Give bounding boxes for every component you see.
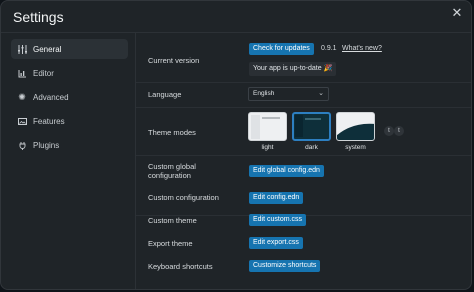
theme-label-system: system: [345, 144, 366, 151]
sidebar-item-label: Advanced: [33, 92, 69, 102]
close-icon[interactable]: ✕: [451, 6, 463, 19]
update-status: Your app is up-to-date 🎉: [249, 62, 337, 76]
language-select[interactable]: English ⌄: [248, 87, 329, 101]
theme-option-dark[interactable]: [292, 112, 331, 141]
edit-export-css-button[interactable]: Edit export.css: [249, 237, 303, 249]
edit-custom-css-button[interactable]: Edit custom.css: [249, 214, 307, 226]
sidebar-item-editor[interactable]: Editor: [11, 63, 128, 83]
theme-label-dark: dark: [305, 144, 318, 151]
settings-window: Settings ✕ General Editor ✺ Advanced Fea…: [0, 0, 472, 290]
theme-modes-label: Theme modes: [148, 128, 196, 137]
sidebar-item-label: Plugins: [33, 140, 60, 150]
current-version-label: Current version: [148, 56, 200, 65]
language-label: Language: [148, 90, 182, 99]
whats-new-link[interactable]: What's new?: [342, 45, 382, 52]
sun-icon: ✺: [18, 91, 26, 102]
sidebar-item-advanced[interactable]: ✺ Advanced: [11, 87, 128, 107]
language-selected: English: [253, 90, 275, 97]
sidebar-item-features[interactable]: Features: [11, 111, 128, 131]
custom-configuration-label: Custom configuration: [148, 193, 219, 202]
plug-icon: [17, 140, 27, 150]
bar-chart-icon: [17, 68, 27, 78]
settings-content: Current version Check for updates 0.9.1 …: [136, 33, 471, 289]
window-title: Settings: [13, 9, 64, 25]
edit-global-config-button[interactable]: Edit global config.edn: [249, 165, 324, 177]
theme-shortcut-key-2: t: [394, 126, 404, 136]
keyboard-shortcuts-label: Keyboard shortcuts: [148, 262, 213, 271]
chevron-down-icon: ⌄: [318, 90, 324, 97]
dark-preview-sidebar: [295, 115, 303, 137]
system-preview-split: [337, 123, 374, 140]
sidebar-item-label: Features: [33, 116, 65, 126]
row-language: Language English ⌄: [136, 82, 471, 108]
custom-global-config-label-line1: Custom global: [148, 162, 196, 171]
check-updates-button[interactable]: Check for updates: [249, 43, 314, 55]
edit-config-button[interactable]: Edit config.edn: [249, 192, 304, 204]
sidebar-item-plugins[interactable]: Plugins: [11, 135, 128, 155]
dark-preview-line: [305, 118, 321, 120]
customize-shortcuts-button[interactable]: Customize shortcuts: [249, 260, 321, 272]
light-preview-line: [262, 117, 280, 119]
image-icon: [17, 116, 27, 126]
custom-global-config-label-line2: configuration: [148, 171, 191, 180]
theme-option-light[interactable]: [248, 112, 287, 141]
row-current-version: Current version Check for updates 0.9.1 …: [136, 33, 471, 83]
row-divider: [136, 155, 471, 156]
sidebar-item-label: Editor: [33, 68, 54, 78]
sidebar-item-label: General: [33, 44, 62, 54]
sliders-icon: [17, 44, 27, 54]
theme-shortcut-key-1: t: [384, 126, 394, 136]
custom-global-config-label: Custom global configuration: [148, 162, 196, 180]
export-theme-label: Export theme: [148, 239, 193, 248]
light-preview-sidebar: [251, 115, 260, 139]
sidebar-item-general[interactable]: General: [11, 39, 128, 59]
version-number: 0.9.1: [321, 45, 337, 52]
sidebar: General Editor ✺ Advanced Features Plugi…: [1, 33, 136, 289]
custom-theme-label: Custom theme: [148, 216, 197, 225]
theme-option-system[interactable]: [336, 112, 375, 141]
theme-label-light: light: [261, 144, 274, 151]
